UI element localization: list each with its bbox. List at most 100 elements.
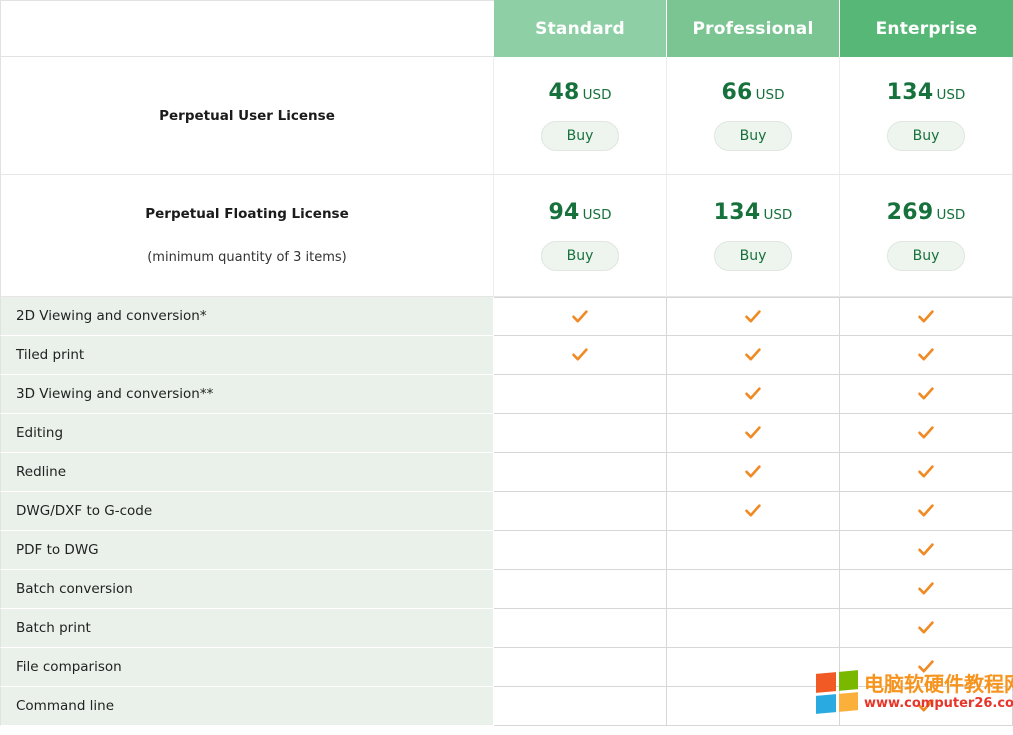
price-amount: 94 [548,200,580,225]
check-icon [917,502,935,520]
price-amount: 134 [886,80,934,105]
feature-label: PDF to DWG [16,542,99,558]
buy-button-professional-user[interactable]: Buy [714,121,792,151]
feature-label-cell: Batch print [0,609,494,648]
price-currency: USD [936,87,966,103]
price-line: 269 USD [887,200,966,225]
buy-button-professional-floating[interactable]: Buy [714,241,792,271]
buy-button-standard-floating[interactable]: Buy [541,241,619,271]
price-amount: 66 [721,80,753,105]
feature-cell-enterprise [840,492,1013,531]
check-icon [571,346,589,364]
table-row: 2D Viewing and conversion* [0,297,1013,336]
feature-cell-professional [667,414,840,453]
check-icon [917,541,935,559]
table-row: DWG/DXF to G-code [0,492,1013,531]
license-label-cell: Perpetual User License [0,57,494,175]
check-icon [744,502,762,520]
check-icon [744,308,762,326]
check-icon [917,424,935,442]
feature-label-cell: 3D Viewing and conversion** [0,375,494,414]
buy-button-enterprise-user[interactable]: Buy [887,121,965,151]
feature-cell-enterprise [840,297,1013,336]
license-row-perpetual-floating: Perpetual Floating License (minimum quan… [0,175,1013,297]
feature-cell-standard [494,336,667,375]
price-currency: USD [763,207,793,223]
license-title: Perpetual User License [159,107,335,124]
feature-cell-enterprise [840,570,1013,609]
feature-cell-professional [667,609,840,648]
table-row: Editing [0,414,1013,453]
buy-button-standard-user[interactable]: Buy [541,121,619,151]
check-icon [917,385,935,403]
price-amount: 48 [548,80,580,105]
price-line: 134 USD [714,200,793,225]
feature-label-cell: 2D Viewing and conversion* [0,297,494,336]
buy-button-enterprise-floating[interactable]: Buy [887,241,965,271]
feature-label: Batch print [16,620,91,636]
license-label-cell: Perpetual Floating License (minimum quan… [0,175,494,297]
price-amount: 269 [886,200,934,225]
feature-label: Batch conversion [16,581,133,597]
table-row: PDF to DWG [0,531,1013,570]
feature-cell-professional [667,375,840,414]
price-line: 134 USD [887,80,966,105]
feature-rows-container: 2D Viewing and conversion* Tiled print 3D … [0,297,1013,726]
table-row: Tiled print [0,336,1013,375]
license-title: Perpetual Floating License [145,206,349,222]
table-row: Redline [0,453,1013,492]
check-icon [917,658,935,676]
license-subtitle: (minimum quantity of 3 items) [147,250,347,265]
table-row: Batch print [0,609,1013,648]
check-icon [744,463,762,481]
feature-cell-standard [494,570,667,609]
check-icon [744,385,762,403]
feature-cell-standard [494,492,667,531]
price-currency: USD [582,87,612,103]
check-icon [917,697,935,715]
check-icon [917,463,935,481]
table-row: Command line [0,687,1013,726]
feature-cell-professional [667,570,840,609]
feature-cell-enterprise [840,609,1013,648]
price-cell-professional: 134 USD Buy [667,175,840,297]
check-icon [917,580,935,598]
feature-label-cell: Command line [0,687,494,726]
check-icon [917,346,935,364]
plan-header-professional: Professional [667,0,840,57]
feature-label: 2D Viewing and conversion* [16,308,207,324]
check-icon [571,308,589,326]
feature-cell-standard [494,531,667,570]
feature-cell-enterprise [840,375,1013,414]
table-row: Batch conversion [0,570,1013,609]
price-cell-standard: 94 USD Buy [494,175,667,297]
feature-cell-professional [667,648,840,687]
feature-cell-standard [494,453,667,492]
feature-cell-standard [494,648,667,687]
price-currency: USD [755,87,785,103]
feature-cell-professional [667,453,840,492]
table-header-row: Standard Professional Enterprise [0,0,1013,57]
feature-label: Editing [16,425,64,441]
table-row: File comparison [0,648,1013,687]
license-row-perpetual-user: Perpetual User License 48 USD Buy 66 USD B… [0,57,1013,175]
price-cell-standard: 48 USD Buy [494,57,667,175]
check-icon [744,346,762,364]
feature-cell-professional [667,492,840,531]
price-currency: USD [582,207,612,223]
feature-cell-enterprise [840,648,1013,687]
check-icon [744,424,762,442]
feature-label-cell: Batch conversion [0,570,494,609]
price-currency: USD [936,207,966,223]
feature-label: Tiled print [16,347,85,363]
check-icon [917,308,935,326]
feature-label: Redline [16,464,67,480]
feature-label: DWG/DXF to G-code [16,503,153,519]
feature-cell-professional [667,531,840,570]
feature-cell-enterprise [840,531,1013,570]
feature-label: File comparison [16,659,122,675]
plan-header-enterprise: Enterprise [840,0,1013,57]
plan-header-standard: Standard [494,0,667,57]
price-cell-professional: 66 USD Buy [667,57,840,175]
feature-cell-enterprise [840,453,1013,492]
